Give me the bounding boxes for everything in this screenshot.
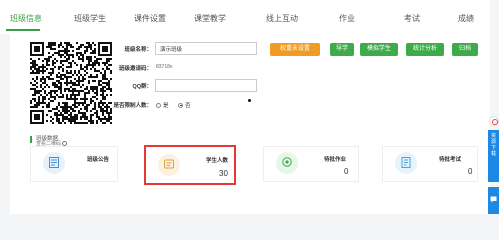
tab-exam[interactable]: 考试 — [392, 9, 432, 29]
chat-icon — [490, 196, 497, 203]
student-count-label: 学生人数 — [206, 158, 229, 164]
exam-icon — [395, 152, 417, 174]
notice-label: 班级公告 — [87, 157, 110, 163]
qq-label: QQ群： — [132, 84, 152, 90]
tab-class-students[interactable]: 班级学生 — [70, 9, 110, 29]
help-circle-icon[interactable] — [489, 116, 499, 126]
simulate-student-button[interactable]: 模拟学生 — [360, 43, 398, 56]
pending-exam-card[interactable]: 待批考试 0 — [382, 146, 478, 182]
class-data-title: 班级数据 — [30, 136, 58, 143]
pending-exam-label: 待批考试 — [439, 157, 462, 163]
side-chat-button[interactable] — [488, 187, 499, 214]
class-name-label: 班级名称： — [124, 47, 152, 53]
radio-icon — [156, 102, 161, 108]
pending-homework-value: 0 — [344, 167, 349, 176]
resource-download-button[interactable]: 资源下载 — [488, 130, 499, 182]
limit-no-label: 否 — [185, 103, 191, 109]
qq-group-input[interactable] — [155, 79, 257, 92]
tab-class-info[interactable]: 班级信息 — [6, 9, 46, 29]
tab-classroom-teaching[interactable]: 课堂教学 — [190, 9, 230, 29]
invite-code-label: 班级邀请码： — [118, 66, 152, 72]
notice-card[interactable]: 班级公告 — [30, 146, 118, 182]
notice-icon — [43, 152, 65, 174]
limit-yes-label: 是 — [163, 103, 169, 109]
limit-no-radio[interactable]: 否 — [178, 101, 191, 109]
limit-count-label: 是否限制人数： — [113, 103, 152, 109]
weight-settings-button[interactable]: 权重未设置 — [270, 43, 320, 56]
pending-homework-card[interactable]: 待批作业 0 — [263, 146, 359, 182]
resource-download-label: 资源下载 — [490, 133, 496, 157]
archive-button[interactable]: 归档 — [452, 43, 478, 56]
student-count-value: 30 — [219, 169, 228, 178]
pending-exam-value: 0 — [468, 167, 473, 176]
class-name-input[interactable] — [155, 42, 257, 55]
cursor-dot — [248, 99, 251, 102]
tab-homework[interactable]: 作业 — [327, 9, 367, 29]
pending-homework-label: 待批作业 — [324, 157, 347, 163]
tab-courseware-settings[interactable]: 课件设置 — [130, 9, 170, 29]
statistics-button[interactable]: 统计分析 — [406, 43, 444, 56]
tab-online-interaction[interactable]: 线上互动 — [262, 9, 302, 29]
invite-code-value: 83718v — [156, 64, 173, 70]
class-qr-code — [30, 42, 112, 124]
tab-grades[interactable]: 成绩 — [446, 9, 486, 29]
guide-button[interactable]: 导学 — [330, 43, 354, 56]
class-info-panel: 查看二维码 班级名称： 班级邀请码： 83718v QQ群： 是否限制人数： 是… — [10, 34, 490, 214]
active-tab-indicator — [6, 29, 40, 31]
top-nav: 班级信息 班级学生 课件设置 课堂教学 线上互动 作业 考试 成绩 — [0, 0, 490, 34]
radio-checked-icon — [178, 102, 183, 108]
homework-icon — [276, 152, 298, 174]
limit-yes-radio[interactable]: 是 — [156, 101, 169, 109]
students-icon — [158, 154, 180, 176]
student-count-card[interactable]: 学生人数 30 — [144, 145, 236, 185]
